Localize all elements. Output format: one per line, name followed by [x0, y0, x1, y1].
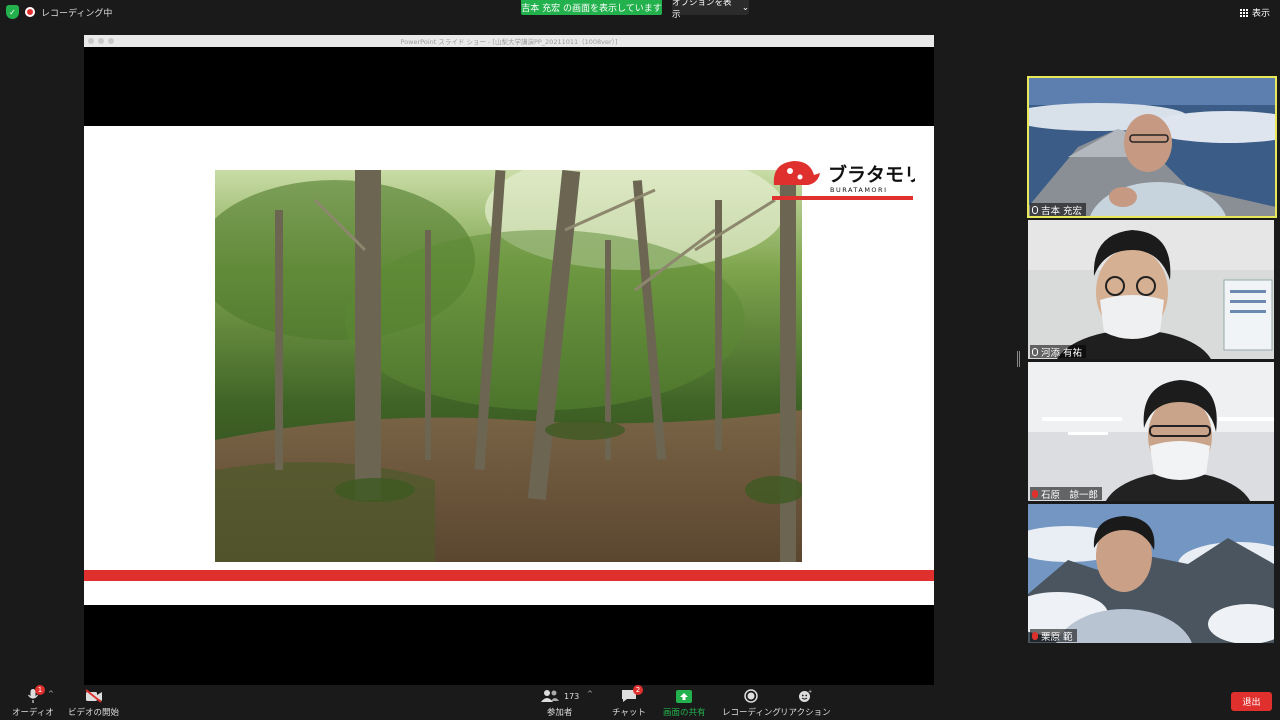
muted-microphone-icon: [1032, 489, 1038, 498]
forest-photo: [215, 170, 802, 562]
audio-badge: 1: [34, 685, 45, 695]
participants-button[interactable]: 173 参加者: [540, 688, 579, 718]
record-button[interactable]: レコーディング: [722, 688, 781, 718]
chat-label: チャット: [612, 708, 646, 718]
participants-options-caret-icon[interactable]: ^: [587, 690, 593, 698]
view-options-button[interactable]: オプションを表示 ⌄: [672, 0, 749, 20]
participant-name: 河添 有祐: [1041, 347, 1083, 359]
chat-button[interactable]: 2 チャット: [612, 685, 646, 718]
chat-icon: 2: [621, 685, 643, 704]
meeting-toolbar: 1 オーディオ ^ ビデオの開始 173 参加者 ^ 2 チャット 画面の共有: [0, 685, 1280, 720]
recording-dot-icon: [25, 7, 35, 17]
participant-name: 栗原 範: [1041, 631, 1073, 643]
screen-share-banner: 吉本 充宏 の画面を表示しています: [521, 0, 662, 15]
participants-count: 173: [564, 691, 580, 701]
microphone-icon: [1032, 205, 1038, 214]
microphone-icon: [1032, 347, 1038, 356]
logo-subtext: BURATAMORI: [830, 186, 887, 194]
participant-name: 吉本 充宏: [1041, 205, 1083, 217]
svg-text:+: +: [808, 689, 812, 695]
start-video-button[interactable]: ビデオの開始: [68, 688, 119, 718]
recording-label: レコーディング中: [41, 8, 113, 19]
reaction-emoji-icon: +: [798, 688, 812, 704]
participant-name: 石原 諒一郎: [1041, 489, 1099, 501]
panel-resize-handle[interactable]: [1017, 351, 1020, 367]
record-icon: [744, 688, 759, 704]
video-tile[interactable]: 栗原 範: [1028, 504, 1274, 643]
audio-options-caret-icon[interactable]: ^: [48, 690, 54, 698]
security-shield-icon[interactable]: ✓: [6, 5, 19, 19]
view-options-label: オプションを表示: [672, 0, 732, 20]
reactions-label: リアクション: [780, 708, 831, 718]
share-screen-icon: [676, 688, 693, 704]
share-screen-label: 画面の共有: [663, 708, 706, 718]
buratamori-logo: ブラタモリ BURATAMORI: [770, 151, 923, 203]
view-label: 表示: [1251, 9, 1270, 19]
slide-red-band: [84, 570, 934, 581]
participants-label: 参加者: [546, 708, 573, 718]
meeting-top-bar: ✓ レコーディング中 吉本 充宏 の画面を表示しています オプションを表示 ⌄ …: [0, 0, 1280, 26]
reactions-button[interactable]: + リアクション: [780, 688, 831, 718]
leave-meeting-button[interactable]: 退出: [1231, 692, 1272, 711]
audio-label: オーディオ: [12, 708, 54, 718]
start-video-label: ビデオの開始: [68, 708, 120, 718]
logo-text: ブラタモリ: [828, 163, 915, 186]
grid-view-icon: [1239, 8, 1248, 17]
muted-microphone-icon: [1032, 631, 1038, 640]
microphone-icon: 1: [27, 685, 45, 704]
participant-name-tag: 栗原 範: [1030, 629, 1077, 643]
powerpoint-window-title: PowerPoint スライド ショー - [山梨大学講演PP_20211011…: [400, 38, 618, 46]
participant-name-tag: 河添 有祐: [1030, 345, 1087, 359]
record-label: レコーディング: [722, 708, 781, 718]
chevron-down-icon: ⌄: [741, 2, 749, 13]
video-off-icon: [84, 688, 103, 704]
shared-screen: PowerPoint スライド ショー - [山梨大学講演PP_20211011…: [84, 35, 934, 685]
recording-indicator[interactable]: ✓ レコーディング中: [6, 5, 112, 19]
window-controls: [88, 38, 114, 44]
video-tile[interactable]: 吉本 充宏: [1027, 76, 1277, 218]
presentation-slide: ブラタモリ BURATAMORI: [84, 126, 934, 605]
participant-name-tag: 石原 諒一郎: [1030, 487, 1103, 501]
chat-badge: 2: [632, 685, 643, 695]
participant-name-tag: 吉本 充宏: [1030, 203, 1087, 217]
share-screen-button[interactable]: 画面の共有: [663, 688, 706, 718]
video-tile[interactable]: 河添 有祐: [1028, 220, 1274, 359]
view-button[interactable]: 表示: [1239, 6, 1270, 19]
video-tile[interactable]: 石原 諒一郎: [1028, 362, 1274, 501]
powerpoint-titlebar: PowerPoint スライド ショー - [山梨大学講演PP_20211011…: [84, 35, 934, 47]
participants-icon: 173: [540, 688, 579, 704]
